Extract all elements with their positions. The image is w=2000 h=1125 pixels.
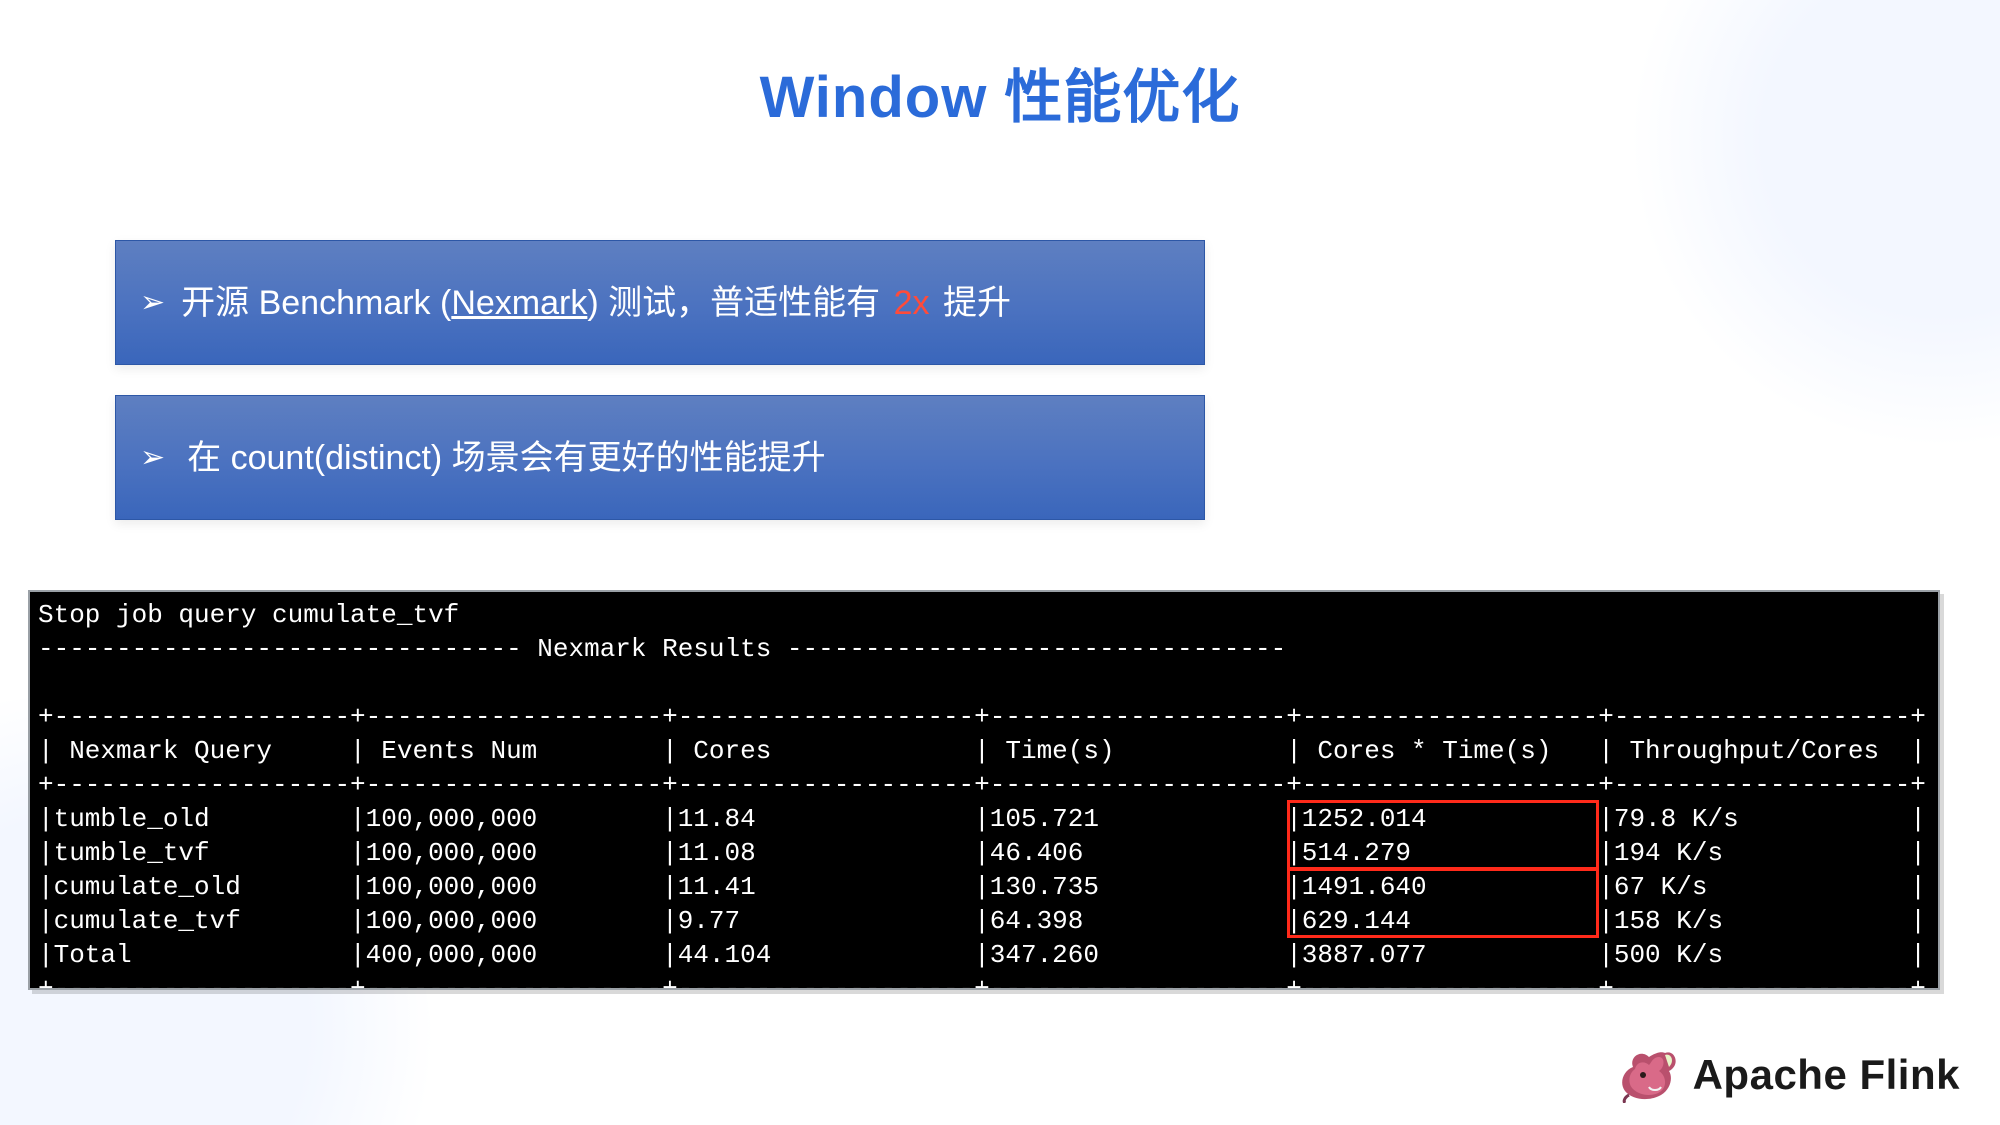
chevron-right-icon: ➢ <box>140 288 165 318</box>
callout-distinct: ➢ 在 count(distinct) 场景会有更好的性能提升 <box>115 395 1205 520</box>
emphasis-2x: 2x <box>890 284 934 322</box>
text: 开源 Benchmark ( <box>181 284 451 322</box>
nexmark-link[interactable]: Nexmark <box>451 284 587 322</box>
callout-text: 开源 Benchmark (Nexmark) 测试，普适性能有 2x 提升 <box>181 286 1011 320</box>
callout-text: 在 count(distinct) 场景会有更好的性能提升 <box>187 441 826 475</box>
text: ) 测试，普适性能有 <box>587 284 889 322</box>
flink-squirrel-icon <box>1615 1047 1679 1103</box>
callout-benchmark: ➢ 开源 Benchmark (Nexmark) 测试，普适性能有 2x 提升 <box>115 240 1205 365</box>
text: 提升 <box>934 284 1011 322</box>
page-title: Window 性能优化 <box>0 50 2000 134</box>
terminal-panel: Stop job query cumulate_tvf ------------… <box>28 590 1940 990</box>
footer-brand: Apache Flink <box>1615 1047 1960 1103</box>
chevron-right-icon: ➢ <box>140 443 165 473</box>
terminal-output: Stop job query cumulate_tvf ------------… <box>30 592 1938 990</box>
brand-label: Apache Flink <box>1693 1051 1960 1099</box>
